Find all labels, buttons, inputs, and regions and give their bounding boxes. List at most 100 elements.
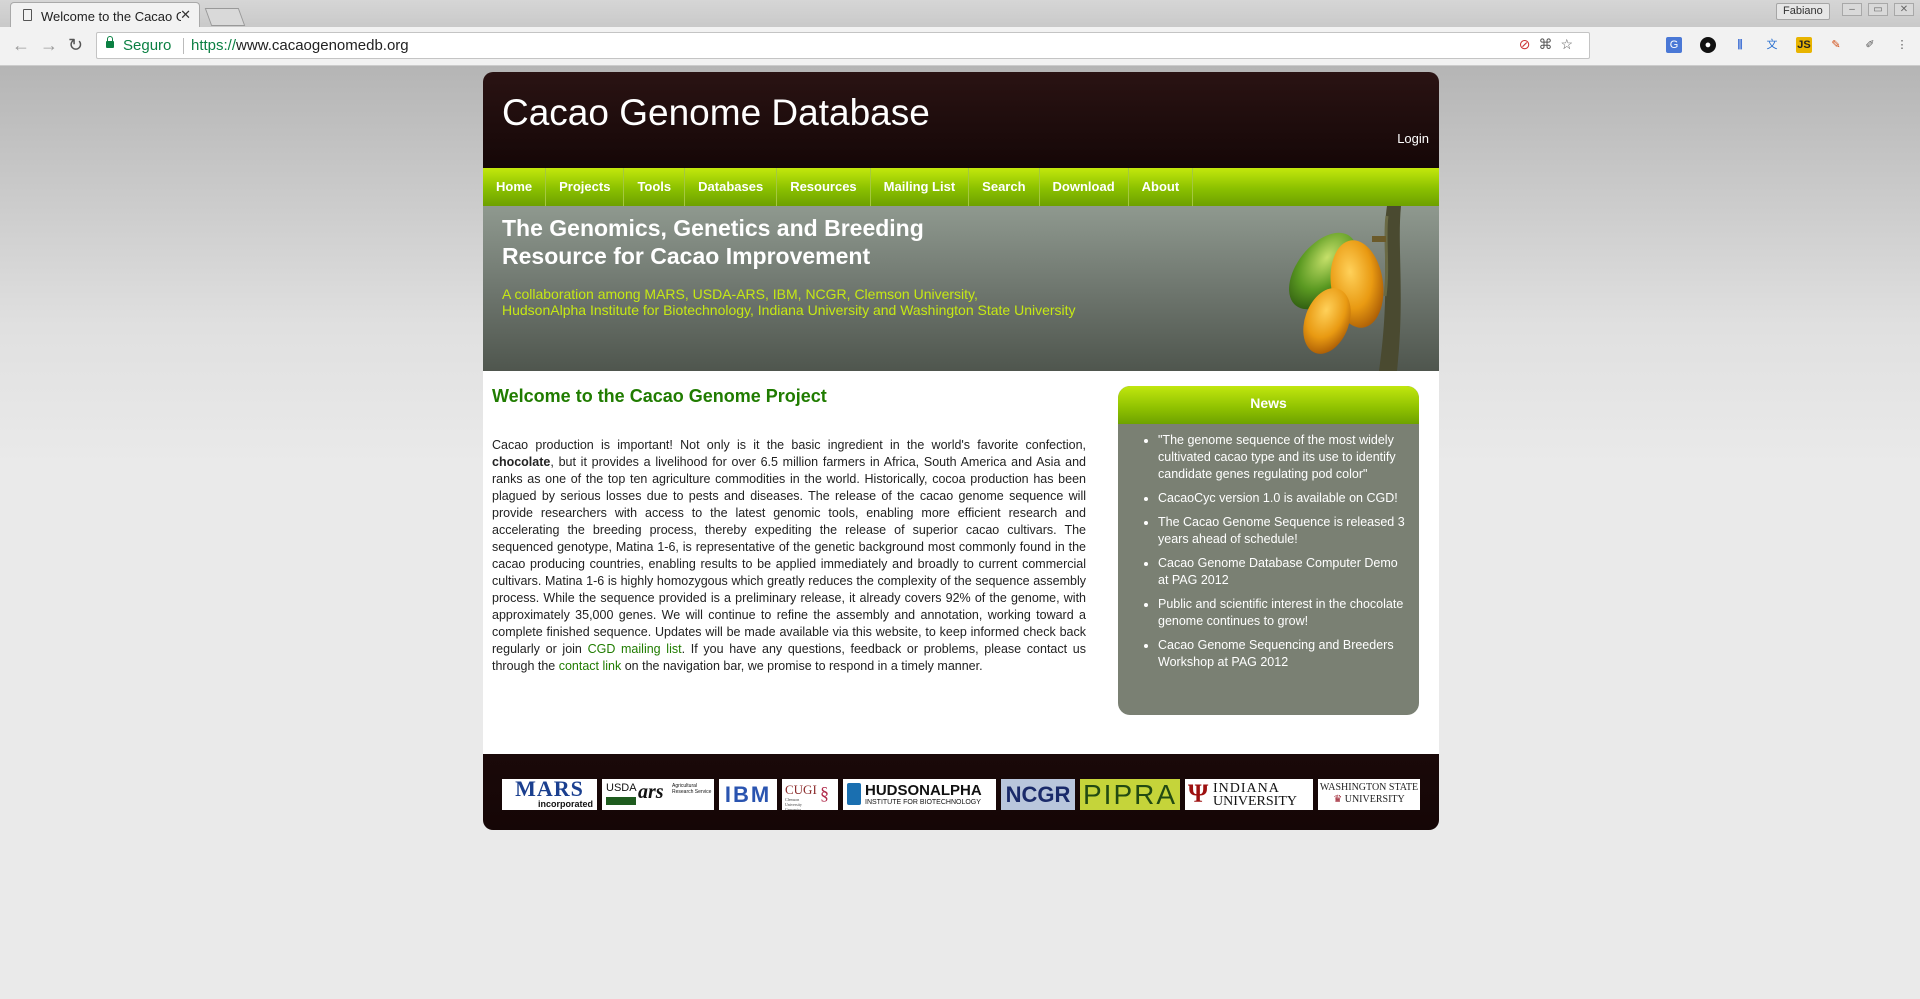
intro-paragraph: Cacao production is important! Not only … [492, 437, 1086, 675]
wsu-subtext: UNIVERSITY [1344, 794, 1405, 805]
login-link[interactable]: Login [1397, 131, 1429, 146]
tab-title: Welcome to the Cacao Genome Project [41, 9, 181, 24]
wsu-text: WASHINGTON STATE [1319, 782, 1419, 793]
close-tab-icon[interactable]: ✕ [180, 7, 191, 23]
usda-text: USDA [606, 782, 637, 794]
url-host: www.cacaogenomedb.org [236, 37, 409, 54]
site-title[interactable]: Cacao Genome Database [502, 92, 930, 134]
ibm-logo[interactable]: IBM [719, 779, 777, 810]
extension-icon[interactable]: ● [1700, 37, 1716, 53]
contact-link[interactable]: contact link [559, 659, 622, 673]
translate-extension-icon[interactable]: G [1666, 37, 1682, 53]
secure-label: Seguro [123, 37, 172, 54]
nav-about[interactable]: About [1129, 168, 1194, 206]
intro-bold: chocolate [492, 455, 551, 469]
nav-download[interactable]: Download [1040, 168, 1129, 206]
dna-icon: § [820, 783, 829, 803]
news-item[interactable]: Public and scientific interest in the ch… [1158, 596, 1411, 630]
browser-toolbar: ← → ↻ Seguro https://www.cacaogenomedb.o… [0, 27, 1920, 66]
news-item[interactable]: "The genome sequence of the most widely … [1158, 432, 1411, 483]
cacao-pod-image [1289, 206, 1401, 371]
browser-tab-strip: Welcome to the Cacao Genome Project ✕ Fa… [0, 0, 1920, 28]
mailing-list-link[interactable]: CGD mailing list [588, 642, 682, 656]
indiana-subtext: UNIVERSITY [1213, 794, 1297, 809]
ncgr-logo[interactable]: NCGR [1001, 779, 1075, 810]
url-text[interactable]: https://www.cacaogenomedb.org [191, 37, 409, 54]
site-container: Cacao Genome Database Login Home Project… [483, 72, 1439, 830]
news-list: "The genome sequence of the most widely … [1118, 432, 1419, 671]
site-header: Cacao Genome Database Login [483, 72, 1439, 168]
reload-icon[interactable]: ↻ [68, 35, 83, 56]
nav-projects[interactable]: Projects [546, 168, 625, 206]
news-panel: News "The genome sequence of the most wi… [1118, 386, 1419, 715]
collaboration-text: A collaboration among MARS, USDA-ARS, IB… [502, 286, 1076, 318]
pipra-text: PIPRA [1082, 779, 1178, 810]
maximize-button[interactable]: ▭ [1868, 3, 1888, 16]
banner-tagline: The Genomics, Genetics and Breeding Reso… [502, 214, 924, 270]
lock-icon [106, 36, 114, 48]
hudsonalpha-mark [847, 783, 861, 805]
mars-logo-text: MARS [515, 779, 584, 801]
address-bar[interactable]: Seguro https://www.cacaogenomedb.org ⊘⌘☆ [96, 32, 1590, 59]
nav-search[interactable]: Search [969, 168, 1040, 206]
nav-databases[interactable]: Databases [685, 168, 778, 206]
equalizer-icon[interactable]: ⫼ [1732, 37, 1748, 53]
forward-icon[interactable]: → [40, 35, 58, 56]
main-nav: Home Projects Tools Databases Resources … [483, 168, 1439, 206]
menu-icon[interactable]: ⋮ [1894, 37, 1910, 53]
nav-tools[interactable]: Tools [624, 168, 686, 206]
news-title: News [1118, 386, 1419, 424]
new-tab-button[interactable] [204, 8, 246, 26]
translate-icon[interactable]: 文 [1764, 37, 1780, 53]
news-item[interactable]: CacaoCyc version 1.0 is available on CGD… [1158, 490, 1411, 507]
nav-mailing-list[interactable]: Mailing List [871, 168, 970, 206]
close-window-button[interactable]: ✕ [1894, 3, 1914, 16]
color-picker-icon[interactable]: ✎ [1828, 37, 1844, 53]
ncgr-text: NCGR [1005, 782, 1071, 807]
developer-tools-icon[interactable]: ✐ [1862, 37, 1878, 53]
iu-trident-icon: Ψ [1188, 779, 1209, 808]
news-item[interactable]: Cacao Genome Database Computer Demo at P… [1158, 555, 1411, 589]
mars-logo[interactable]: MARS incorporated [502, 779, 597, 810]
url-scheme: https:// [191, 37, 237, 54]
nav-home[interactable]: Home [483, 168, 547, 206]
translate-icon[interactable]: ⌘ [1538, 36, 1560, 52]
pipra-logo[interactable]: PIPRA [1080, 779, 1180, 810]
blocked-icon[interactable]: ⊘ [1519, 36, 1539, 52]
ars-subtext: Agricultural Research Service [672, 783, 712, 795]
nav-resources[interactable]: Resources [777, 168, 871, 206]
collab-line-1: A collaboration among MARS, USDA-ARS, IB… [502, 286, 978, 302]
cugi-logo[interactable]: CUGI Clemson University Genomics Institu… [782, 779, 838, 810]
hudsonalpha-subtext: INSTITUTE FOR BIOTECHNOLOGY [865, 799, 981, 806]
divider [183, 38, 184, 54]
js-extension-icon[interactable]: JS [1796, 37, 1812, 53]
indiana-university-logo[interactable]: Ψ INDIANA UNIVERSITY [1185, 779, 1313, 810]
news-item[interactable]: Cacao Genome Sequencing and Breeders Wor… [1158, 637, 1411, 671]
profile-button[interactable]: Fabiano [1776, 3, 1830, 20]
back-icon[interactable]: ← [12, 35, 30, 56]
bookmark-star-icon[interactable]: ☆ [1560, 36, 1581, 52]
tagline-line-1: The Genomics, Genetics and Breeding [502, 215, 924, 241]
wsu-crest-icon: ♛ [1333, 794, 1343, 805]
browser-tab[interactable]: Welcome to the Cacao Genome Project ✕ [10, 2, 200, 27]
intro-text: Cacao production is important! Not only … [492, 438, 1086, 452]
minimize-button[interactable]: – [1842, 3, 1862, 16]
washington-state-logo[interactable]: WASHINGTON STATE ♛ UNIVERSITY [1318, 779, 1420, 810]
hudsonalpha-logo[interactable]: HUDSONALPHA INSTITUTE FOR BIOTECHNOLOGY [843, 779, 996, 810]
main-content: Welcome to the Cacao Genome Project Caca… [483, 371, 1439, 754]
usda-swoosh [606, 797, 636, 805]
page-icon [23, 9, 32, 21]
banner: The Genomics, Genetics and Breeding Reso… [483, 206, 1439, 371]
page-viewport: Cacao Genome Database Login Home Project… [0, 66, 1920, 999]
news-item[interactable]: The Cacao Genome Sequence is released 3 … [1158, 514, 1411, 548]
ars-text: ars [638, 781, 664, 803]
intro-text: , but it provides a livelihood for over … [492, 455, 1086, 656]
cugi-text: CUGI [785, 782, 817, 797]
wsu-subline: ♛ UNIVERSITY [1318, 794, 1420, 806]
usda-ars-logo[interactable]: USDA ars Agricultural Research Service [602, 779, 714, 810]
collab-line-2: HudsonAlpha Institute for Biotechnology,… [502, 302, 1076, 318]
page-heading: Welcome to the Cacao Genome Project [492, 386, 827, 406]
tagline-line-2: Resource for Cacao Improvement [502, 243, 871, 269]
ibm-text: IBM [724, 782, 772, 807]
cugi-subtext: Clemson University Genomics Institute [785, 797, 802, 810]
